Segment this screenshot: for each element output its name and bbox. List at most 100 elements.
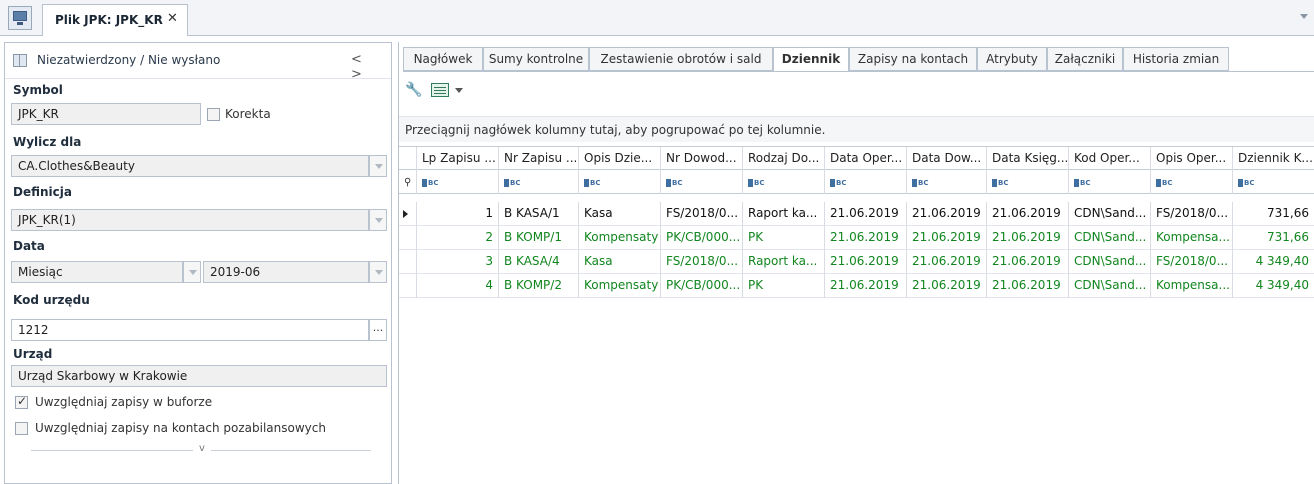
column-header[interactable]: Nr Zapisu ... [499, 147, 579, 171]
data-operacji-cell[interactable]: 21.06.2019 [825, 250, 907, 274]
tab-dziennik[interactable]: Dziennik [773, 47, 849, 72]
opis-operacji-cell[interactable]: Kompensa... [1151, 274, 1233, 298]
wylicz-select[interactable]: CA.Clothes&Beauty [11, 155, 369, 177]
tab-zapisy-na-kontach[interactable]: Zapisy na kontach [849, 47, 977, 71]
filter-pin-icon[interactable]: ⚲ [399, 170, 417, 194]
lp-cell[interactable]: 2 [417, 226, 499, 250]
nr-dowodu-cell[interactable]: FS/2018/0... [661, 202, 743, 226]
opis-operacji-cell[interactable]: FS/2018/0... [1151, 202, 1233, 226]
definicja-select[interactable]: JPK_KR(1) [11, 209, 369, 231]
column-header[interactable]: Kod Oper... [1069, 147, 1151, 171]
table-row[interactable]: 4B KOMP/2 Kompensaty PK/CB/000... PK 21.06.2… [399, 274, 1314, 298]
chevron-down-icon[interactable] [455, 88, 463, 93]
pozabilansowe-checkbox[interactable] [15, 422, 28, 435]
rodzaj-dowodu-cell[interactable]: Raport ka... [743, 250, 825, 274]
filter-cell[interactable]: BC [907, 170, 987, 194]
computer-icon[interactable] [8, 6, 32, 30]
filter-cell[interactable]: BC [825, 170, 907, 194]
group-by-panel[interactable]: Przeciągnij nagłówek kolumny tutaj, aby … [399, 116, 1314, 142]
column-header[interactable]: Opis Dzie... [579, 147, 661, 171]
data-dowodu-cell[interactable]: 21.06.2019 [907, 274, 987, 298]
column-header[interactable]: Data Księg... [987, 147, 1069, 171]
filter-cell[interactable]: BC [1233, 170, 1314, 194]
column-header[interactable]: Opis Oper... [1151, 147, 1233, 171]
lp-cell[interactable]: 3 [417, 250, 499, 274]
filter-cell[interactable]: BC [743, 170, 825, 194]
kod-operatora-cell[interactable]: CDN\Sand... [1069, 226, 1151, 250]
opis-dziennika-cell[interactable]: Kasa [579, 250, 661, 274]
lp-cell[interactable]: 4 [417, 274, 499, 298]
chevron-down-icon[interactable] [1300, 14, 1308, 19]
definicja-dropdown-button[interactable] [369, 209, 387, 231]
tab-zalaczniki[interactable]: Załączniki [1047, 47, 1123, 71]
table-row[interactable]: 2B KOMP/1 Kompensaty PK/CB/000... PK 21.06.2… [399, 226, 1314, 250]
bufor-checkbox[interactable] [15, 394, 28, 409]
opis-dziennika-cell[interactable]: Kompensaty [579, 274, 661, 298]
column-header[interactable]: Dziennik K... [1233, 147, 1314, 171]
wylicz-dropdown-button[interactable] [369, 155, 387, 177]
kod-operatora-cell[interactable]: CDN\Sand... [1069, 250, 1151, 274]
nr-dowodu-cell[interactable]: PK/CB/000... [661, 274, 743, 298]
kod-operatora-cell[interactable]: CDN\Sand... [1069, 202, 1151, 226]
grid-export-icon[interactable] [431, 83, 449, 97]
tab-naglowek[interactable]: Nagłówek [403, 47, 483, 71]
nr-zapisu-cell[interactable]: B KOMP/2 [499, 274, 579, 298]
wrench-icon[interactable]: 🔧 [405, 82, 422, 98]
period-select[interactable]: Miesiąc [11, 261, 183, 283]
symbol-field[interactable]: JPK_KR [11, 103, 201, 125]
data-ksiegowania-cell[interactable]: 21.06.2019 [987, 226, 1069, 250]
collapse-chevron-icon[interactable]: v [193, 443, 211, 454]
filter-cell[interactable]: BC [1151, 170, 1233, 194]
data-dowodu-cell[interactable]: 21.06.2019 [907, 250, 987, 274]
filter-cell[interactable]: BC [661, 170, 743, 194]
column-header[interactable]: Data Oper... [825, 147, 907, 171]
data-ksiegowania-cell[interactable]: 21.06.2019 [987, 250, 1069, 274]
filter-cell[interactable]: BC [987, 170, 1069, 194]
tab-zestawienie[interactable]: Zestawienie obrotów i sald [589, 47, 773, 71]
opis-dziennika-cell[interactable]: Kompensaty [579, 226, 661, 250]
dziennik-kwota-cell[interactable]: 731,66 [1233, 226, 1314, 250]
close-icon[interactable]: ✕ [167, 11, 178, 26]
kod-urzedu-input[interactable]: 1212 [11, 319, 369, 341]
dziennik-kwota-cell[interactable]: 4 349,40 [1233, 274, 1314, 298]
nr-zapisu-cell[interactable]: B KASA/4 [499, 250, 579, 274]
nr-zapisu-cell[interactable]: B KOMP/1 [499, 226, 579, 250]
data-operacji-cell[interactable]: 21.06.2019 [825, 202, 907, 226]
column-header[interactable]: Nr Dowod... [661, 147, 743, 171]
nr-dowodu-cell[interactable]: PK/CB/000... [661, 226, 743, 250]
tab-historia-zmian[interactable]: Historia zmian [1123, 47, 1229, 71]
filter-cell[interactable]: BC [1069, 170, 1151, 194]
panel-nav-arrows[interactable]: < > [351, 52, 391, 82]
data-dowodu-cell[interactable]: 21.06.2019 [907, 226, 987, 250]
dziennik-kwota-cell[interactable]: 4 349,40 [1233, 250, 1314, 274]
tab-atrybuty[interactable]: Atrybuty [977, 47, 1047, 71]
column-header[interactable]: Rodzaj Do... [743, 147, 825, 171]
rodzaj-dowodu-cell[interactable]: PK [743, 226, 825, 250]
data-ksiegowania-cell[interactable]: 21.06.2019 [987, 202, 1069, 226]
date-select[interactable]: 2019-06 [203, 261, 369, 283]
opis-operacji-cell[interactable]: Kompensa... [1151, 226, 1233, 250]
data-operacji-cell[interactable]: 21.06.2019 [825, 226, 907, 250]
date-dropdown-button[interactable] [369, 261, 387, 283]
column-header[interactable]: Lp Zapisu ... [417, 147, 499, 171]
kod-operatora-cell[interactable]: CDN\Sand... [1069, 274, 1151, 298]
lp-cell[interactable]: 1 [417, 202, 499, 226]
data-dowodu-cell[interactable]: 21.06.2019 [907, 202, 987, 226]
nr-dowodu-cell[interactable]: FS/2018/0... [661, 250, 743, 274]
tab-sumy-kontrolne[interactable]: Sumy kontrolne [483, 47, 589, 71]
data-ksiegowania-cell[interactable]: 21.06.2019 [987, 274, 1069, 298]
rodzaj-dowodu-cell[interactable]: Raport ka... [743, 202, 825, 226]
filter-cell[interactable]: BC [499, 170, 579, 194]
period-dropdown-button[interactable] [183, 261, 201, 283]
rodzaj-dowodu-cell[interactable]: PK [743, 274, 825, 298]
filter-cell[interactable]: BC [417, 170, 499, 194]
dziennik-kwota-cell[interactable]: 731,66 [1233, 202, 1314, 226]
document-tab[interactable]: Plik JPK: JPK_KR ✕ [42, 4, 188, 36]
data-operacji-cell[interactable]: 21.06.2019 [825, 274, 907, 298]
kod-urzedu-lookup-button[interactable]: ... [369, 319, 387, 341]
filter-cell[interactable]: BC [579, 170, 661, 194]
korekta-checkbox[interactable] [207, 108, 220, 121]
opis-dziennika-cell[interactable]: Kasa [579, 202, 661, 226]
table-row[interactable]: 1B KASA/1 Kasa FS/2018/0... Raport ka... 21.… [399, 202, 1314, 226]
table-row[interactable]: 3B KASA/4 Kasa FS/2018/0... Raport ka... 21.… [399, 250, 1314, 274]
